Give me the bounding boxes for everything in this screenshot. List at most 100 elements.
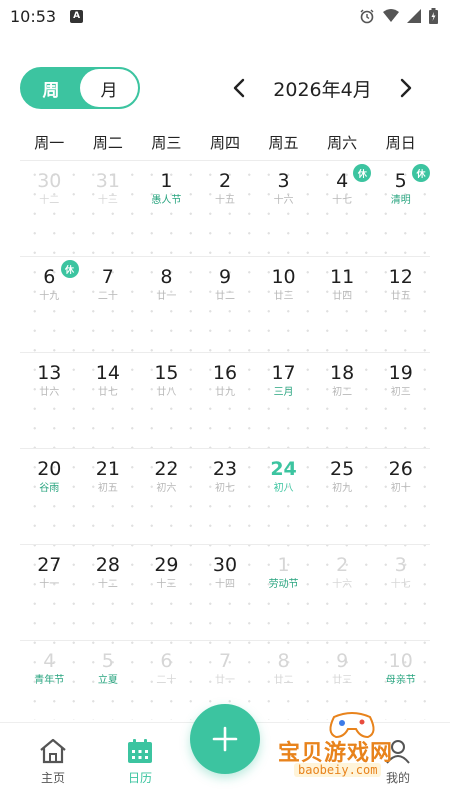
day-cell[interactable]: 11 廿四 bbox=[313, 256, 372, 352]
day-cell[interactable]: 15 廿八 bbox=[137, 352, 196, 448]
day-cell[interactable]: 16 廿九 bbox=[196, 352, 255, 448]
day-number: 29 bbox=[154, 554, 179, 576]
day-number: 14 bbox=[95, 362, 120, 384]
day-number: 30 bbox=[37, 170, 62, 192]
day-cell[interactable]: 8 廿一 bbox=[137, 256, 196, 352]
day-cell[interactable]: 9 廿二 bbox=[196, 256, 255, 352]
day-cell[interactable]: 2 十六 bbox=[313, 544, 372, 640]
lunar-date: 初五 bbox=[97, 483, 118, 494]
day-cell[interactable]: 30 十二 bbox=[20, 160, 79, 256]
day-number: 2 bbox=[218, 170, 232, 192]
day-cell[interactable]: 21 初五 bbox=[79, 448, 138, 544]
lunar-date: 廿五 bbox=[390, 291, 411, 302]
lunar-date: 初十 bbox=[390, 483, 411, 494]
watermark: 宝贝游戏网 baobeiy.com bbox=[270, 705, 450, 795]
week-view-button[interactable]: 周 bbox=[22, 69, 80, 107]
weekday-header: 周一 周二 周三 周四 周五 周六 周日 bbox=[20, 132, 430, 153]
next-month-button[interactable] bbox=[392, 74, 420, 102]
weekday-label: 周二 bbox=[92, 134, 123, 152]
nav-calendar[interactable]: 日历 bbox=[110, 737, 170, 786]
month-navigation: 2026年4月 bbox=[225, 70, 420, 106]
day-number: 10 bbox=[388, 650, 413, 672]
day-cell[interactable]: 24 初八 bbox=[254, 448, 313, 544]
lunar-date: 初六 bbox=[156, 483, 177, 494]
day-number: 30 bbox=[212, 554, 238, 576]
week-divider bbox=[20, 352, 430, 353]
day-cell[interactable]: 3 十六 bbox=[254, 160, 313, 256]
day-number: 2 bbox=[336, 554, 349, 576]
day-number: 7 bbox=[218, 650, 232, 672]
day-cell[interactable]: 10 廿三 bbox=[254, 256, 313, 352]
week-divider bbox=[20, 448, 430, 449]
day-cell[interactable]: 1 劳动节 bbox=[254, 544, 313, 640]
status-bar: 10:53 A bbox=[0, 0, 450, 32]
watermark-url: baobeiy.com bbox=[294, 763, 382, 777]
day-number: 26 bbox=[388, 458, 413, 480]
day-cell[interactable]: 1 愚人节 bbox=[137, 160, 196, 256]
lunar-date: 廿一 bbox=[214, 675, 235, 686]
day-cell[interactable]: 29 十三 bbox=[137, 544, 196, 640]
day-cell[interactable]: 30 十四 bbox=[196, 544, 255, 640]
festival-label: 三月 bbox=[273, 387, 294, 398]
lunar-date: 十四 bbox=[214, 579, 235, 590]
day-cell[interactable]: 31 十三 bbox=[79, 160, 138, 256]
view-toggle: 周 月 bbox=[20, 67, 140, 109]
weekday-label: 周三 bbox=[151, 134, 182, 152]
week-divider bbox=[20, 256, 430, 257]
day-cell[interactable]: 3 十七 bbox=[371, 544, 430, 640]
day-cell[interactable]: 6 十九休 bbox=[20, 256, 79, 352]
weekday-label: 周日 bbox=[385, 134, 416, 152]
day-cell[interactable]: 26 初十 bbox=[371, 448, 430, 544]
lunar-date: 十七 bbox=[332, 195, 353, 206]
day-cell[interactable]: 23 初七 bbox=[196, 448, 255, 544]
day-number: 8 bbox=[160, 266, 173, 288]
day-number: 5 bbox=[101, 650, 114, 672]
day-number: 16 bbox=[212, 362, 238, 384]
add-event-button[interactable] bbox=[190, 704, 260, 774]
day-cell[interactable]: 12 廿五 bbox=[371, 256, 430, 352]
lunar-date: 十五 bbox=[214, 195, 235, 206]
previous-month-button[interactable] bbox=[225, 74, 253, 102]
day-cell[interactable]: 5 清明休 bbox=[371, 160, 430, 256]
day-cell[interactable]: 18 初二 bbox=[313, 352, 372, 448]
day-number: 28 bbox=[95, 554, 120, 576]
alarm-icon bbox=[360, 9, 374, 24]
day-cell[interactable]: 4 十七休 bbox=[313, 160, 372, 256]
festival-label: 青年节 bbox=[34, 675, 65, 686]
day-cell[interactable]: 7 二十 bbox=[79, 256, 138, 352]
lunar-date: 二十 bbox=[97, 291, 118, 302]
lunar-date: 十九 bbox=[39, 291, 60, 302]
day-cell[interactable]: 17 三月 bbox=[254, 352, 313, 448]
plus-icon bbox=[212, 726, 238, 752]
day-cell[interactable]: 2 十五 bbox=[196, 160, 255, 256]
month-view-button[interactable]: 月 bbox=[80, 69, 138, 107]
weekday-label: 周四 bbox=[209, 134, 240, 152]
day-cell[interactable]: 20 谷雨 bbox=[20, 448, 79, 544]
a-notification-icon: A bbox=[70, 9, 84, 23]
chevron-left-icon bbox=[233, 78, 245, 98]
day-cell[interactable]: 14 廿七 bbox=[79, 352, 138, 448]
day-number: 7 bbox=[101, 266, 114, 288]
day-number: 13 bbox=[37, 362, 62, 384]
lunar-date: 二十 bbox=[156, 675, 177, 686]
calendar-icon bbox=[128, 739, 152, 763]
day-number: 9 bbox=[336, 650, 349, 672]
day-number: 1 bbox=[277, 554, 290, 576]
day-cell[interactable]: 27 十一 bbox=[20, 544, 79, 640]
festival-label: 母亲节 bbox=[385, 675, 416, 686]
day-cell[interactable]: 19 初三 bbox=[371, 352, 430, 448]
home-icon bbox=[40, 738, 66, 764]
festival-label: 劳动节 bbox=[268, 579, 299, 590]
day-number: 25 bbox=[330, 458, 355, 480]
day-cell[interactable]: 22 初六 bbox=[137, 448, 196, 544]
day-number: 21 bbox=[95, 458, 120, 480]
day-cell[interactable]: 28 十二 bbox=[79, 544, 138, 640]
nav-home[interactable]: 主页 bbox=[23, 737, 83, 786]
day-cell[interactable]: 25 初九 bbox=[313, 448, 372, 544]
day-number: 12 bbox=[388, 266, 413, 288]
day-number: 15 bbox=[154, 362, 179, 384]
lunar-date: 十六 bbox=[332, 579, 353, 590]
day-number: 31 bbox=[95, 170, 120, 192]
week-divider bbox=[20, 544, 430, 545]
day-cell[interactable]: 13 廿六 bbox=[20, 352, 79, 448]
